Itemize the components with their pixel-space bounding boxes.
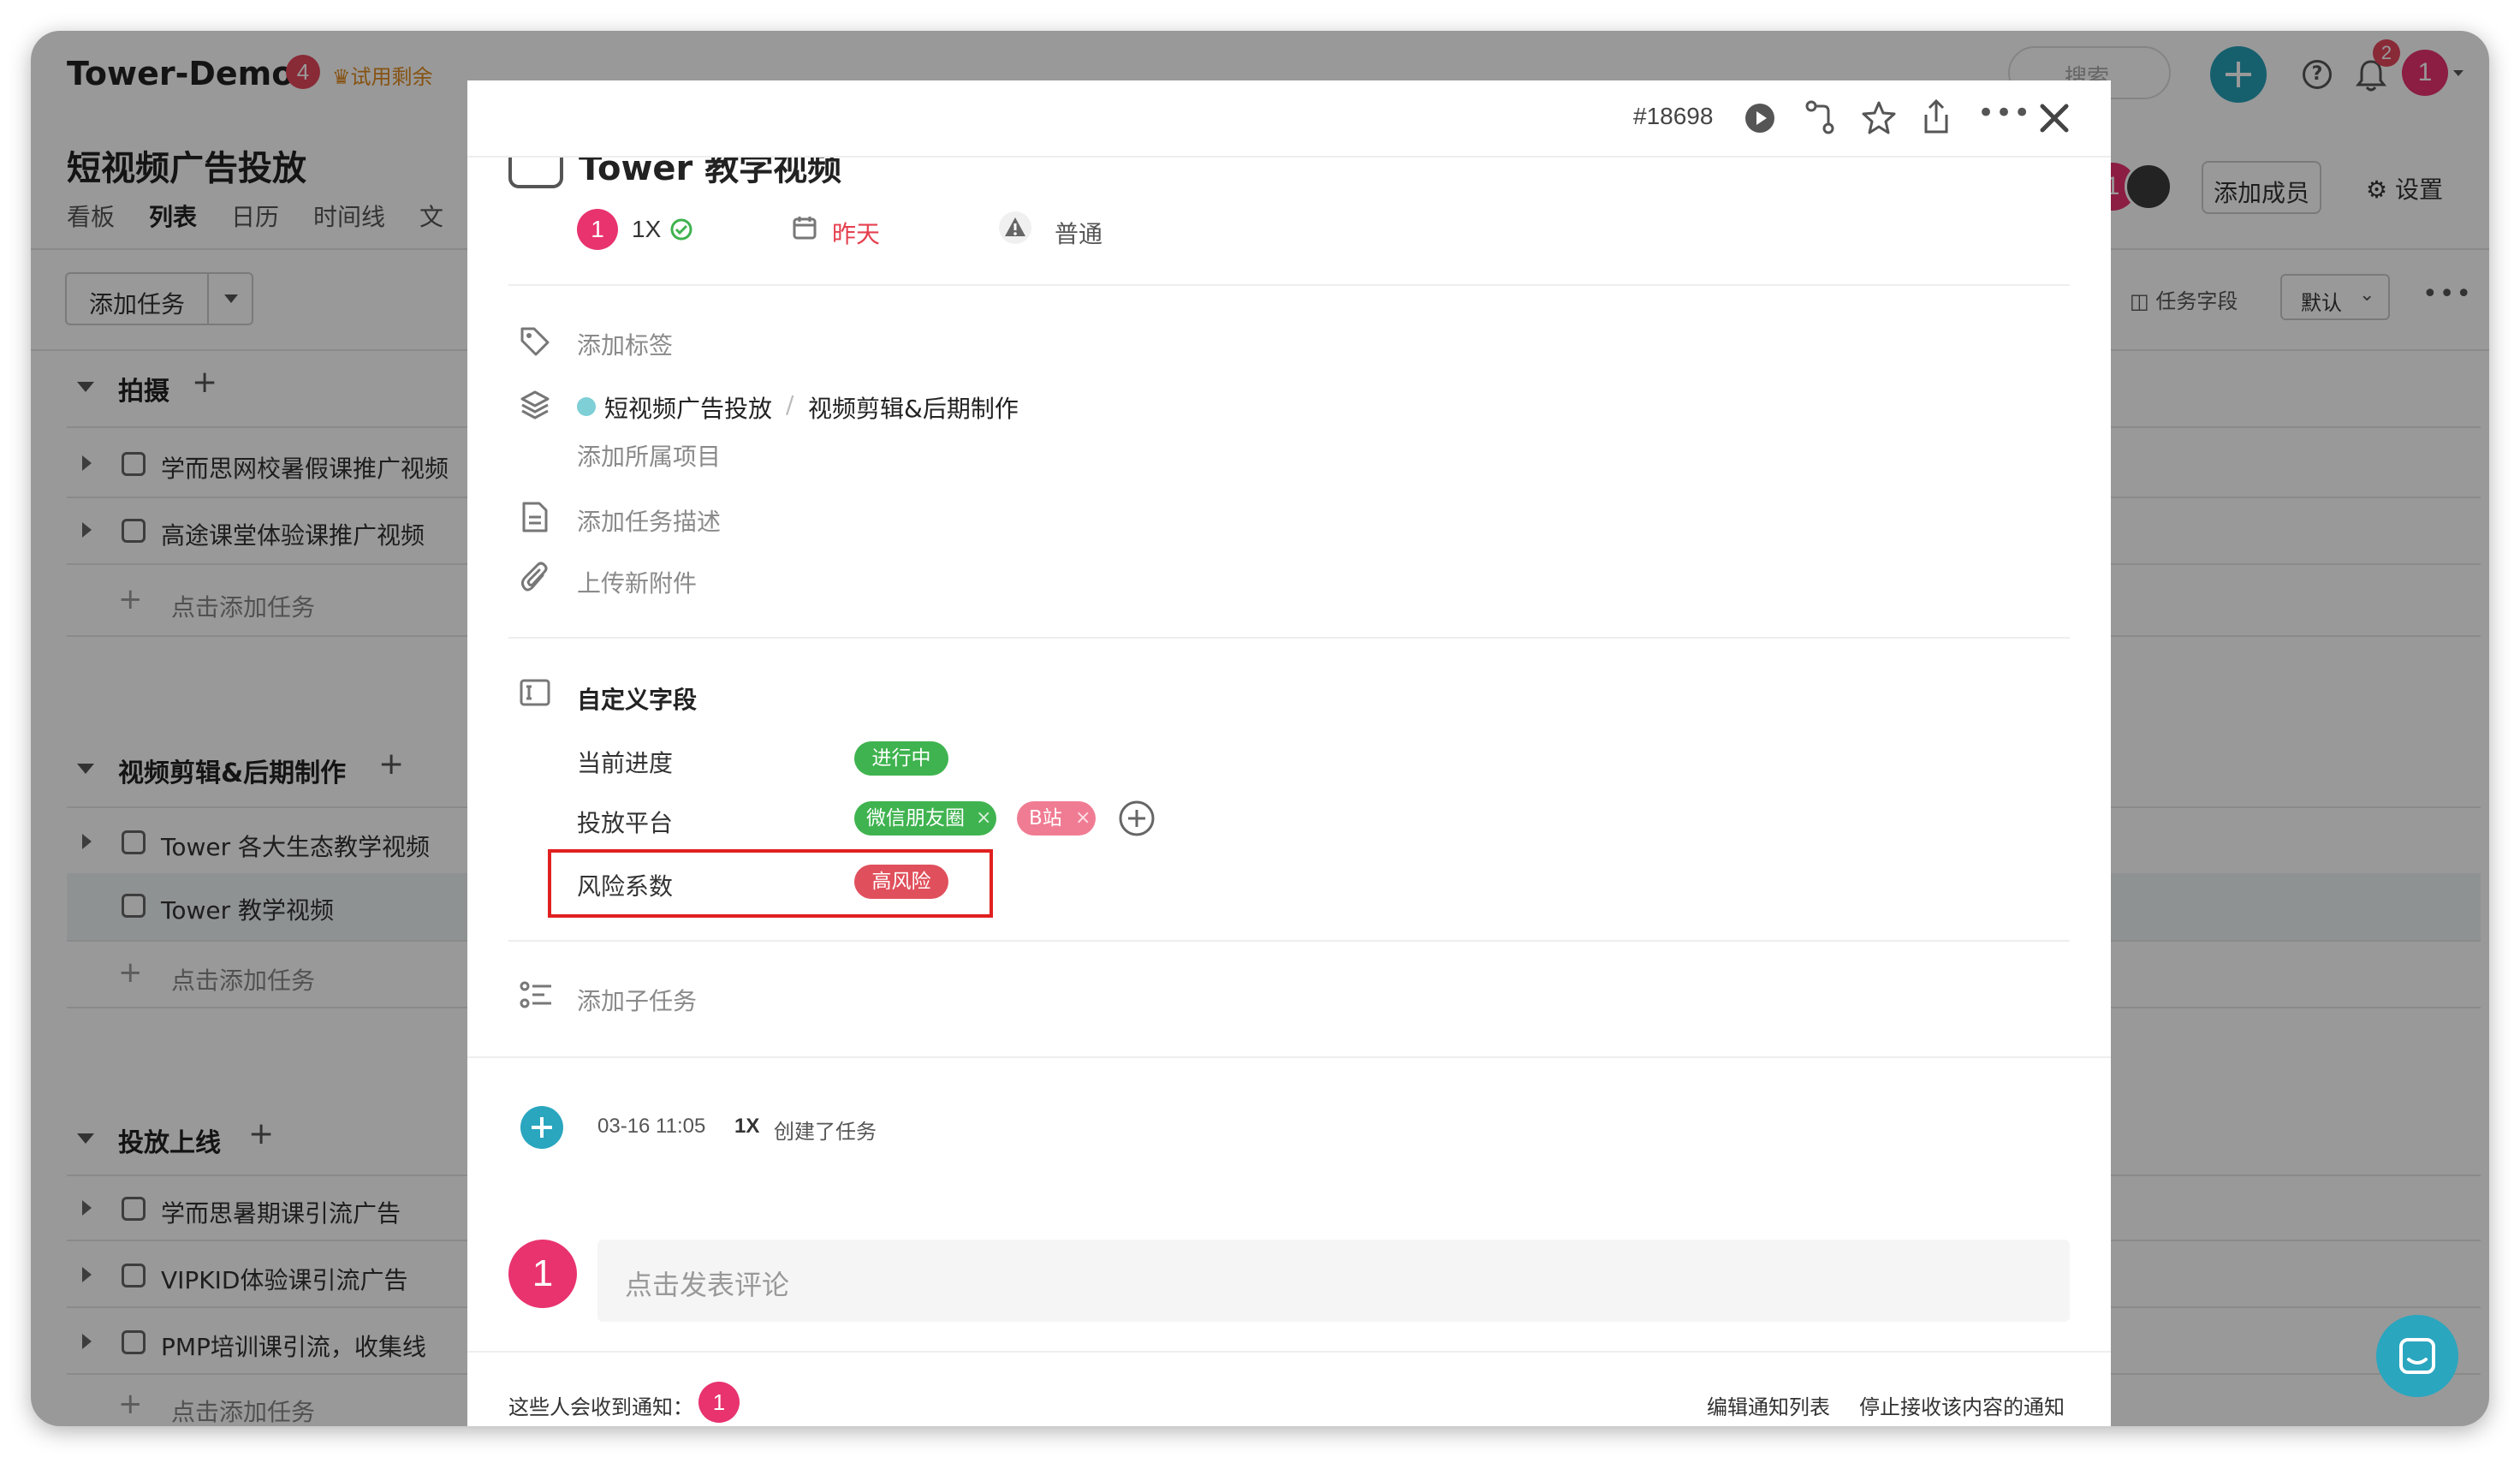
subtask-list-icon: [520, 981, 551, 1008]
document-icon: [522, 502, 548, 532]
progress-status-tag[interactable]: 进行中: [854, 741, 948, 776]
platform-tag-label: B站: [1029, 807, 1062, 830]
activity-time: 03-16 11:05: [597, 1115, 706, 1138]
platform-field-label: 投放平台: [577, 809, 674, 837]
remove-tag-icon[interactable]: ×: [1075, 801, 1091, 836]
created-event-icon: [520, 1106, 563, 1149]
check-circle-icon: [670, 218, 692, 241]
task-complete-checkbox[interactable]: [508, 158, 563, 188]
project-name-link[interactable]: 短视频广告投放: [604, 390, 772, 425]
platform-tag-label: 微信朋友圈: [866, 807, 965, 830]
dependency-icon[interactable]: [1803, 99, 1837, 135]
progress-field-label: 当前进度: [577, 749, 674, 777]
priority-warning-icon: [999, 211, 1031, 244]
chat-icon: [2399, 1338, 2435, 1374]
stop-notify-link[interactable]: 停止接收该内容的通知: [1859, 1390, 2065, 1420]
share-icon[interactable]: [1919, 98, 1953, 135]
platform-tag-bilibili[interactable]: B站 ×: [1017, 801, 1096, 836]
play-icon[interactable]: [1743, 101, 1777, 135]
plus-icon-v: [540, 1117, 544, 1138]
calendar-icon: [793, 217, 817, 240]
task-title-input[interactable]: Tower 教学视频: [579, 158, 841, 190]
custom-field-icon: [520, 679, 550, 706]
due-date[interactable]: 昨天: [832, 216, 880, 250]
project-color-dot: [577, 397, 596, 416]
risk-level-tag[interactable]: 高风险: [854, 865, 948, 899]
app-window: Tower-Demo 4 ♛试用剩余 搜索 ? 2 1 短视频广告投放 看板 列…: [31, 31, 2489, 1426]
section-divider: [508, 637, 2070, 639]
task-id[interactable]: #18698: [1633, 103, 1713, 130]
remove-tag-icon[interactable]: ×: [976, 801, 991, 836]
section-divider: [508, 284, 2070, 286]
add-project-link[interactable]: 添加所属项目: [577, 438, 721, 473]
star-icon[interactable]: [1861, 99, 1897, 135]
paperclip-icon: [520, 562, 548, 592]
commenter-avatar: 1: [508, 1240, 577, 1308]
activity-divider: [467, 1056, 2111, 1058]
tag-icon: [520, 327, 550, 356]
notify-label: 这些人会收到通知：: [508, 1395, 693, 1419]
platform-tag-wechat[interactable]: 微信朋友圈 ×: [854, 801, 996, 836]
list-name-link[interactable]: 视频剪辑&后期制作: [808, 390, 1019, 425]
activity-user[interactable]: 1X: [734, 1115, 759, 1139]
chat-launcher-button[interactable]: [2376, 1315, 2458, 1397]
layers-icon: [520, 390, 550, 419]
comment-input[interactable]: 点击发表评论: [597, 1240, 2070, 1322]
more-icon[interactable]: •••: [1977, 96, 2031, 130]
edit-notify-link[interactable]: 编辑通知列表: [1707, 1390, 1830, 1420]
risk-field-label: 风险系数: [577, 872, 674, 901]
activity-action: 创建了任务: [774, 1120, 877, 1144]
title-row: Tower 教学视频: [467, 158, 2111, 192]
add-description-link[interactable]: 添加任务描述: [577, 503, 721, 538]
notify-avatar[interactable]: 1: [698, 1382, 740, 1423]
custom-fields-title: 自定义字段: [577, 686, 698, 714]
close-icon[interactable]: [2039, 103, 2070, 134]
assignee-avatar[interactable]: 1: [577, 209, 618, 250]
add-tag-link[interactable]: 添加标签: [577, 327, 673, 361]
breadcrumb-separator: /: [786, 390, 794, 419]
add-subtask-link[interactable]: 添加子任务: [577, 983, 697, 1017]
section-divider: [508, 940, 2070, 942]
footer-divider: [467, 1351, 2111, 1353]
comment-placeholder: 点击发表评论: [625, 1269, 790, 1301]
assignee-name[interactable]: 1X: [632, 216, 661, 243]
upload-attachment-link[interactable]: 上传新附件: [577, 565, 697, 599]
add-option-plus-icon[interactable]: [1118, 800, 1156, 837]
task-detail-modal: #18698 ••• Tower 教学视频 1 1X 昨天 普通 添加标签 短视…: [467, 80, 2111, 1426]
priority-value[interactable]: 普通: [1055, 216, 1102, 250]
